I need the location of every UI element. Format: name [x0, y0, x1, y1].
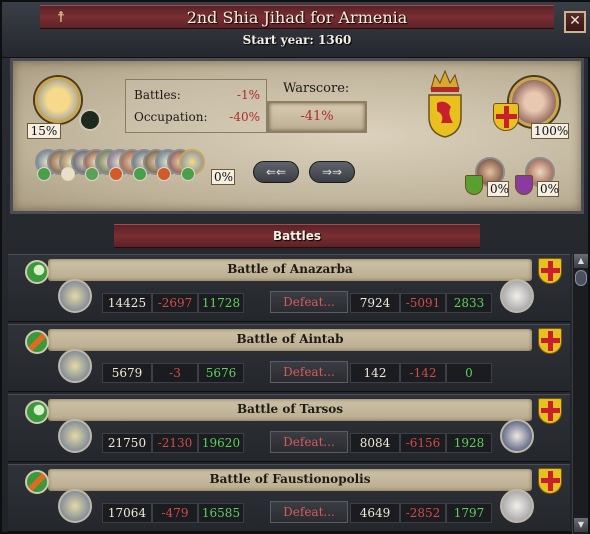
war-title: 2nd Shia Jihad for Armenia	[186, 8, 408, 27]
ally-religion-icon	[109, 167, 123, 181]
defender-commander-portrait[interactable]	[500, 279, 534, 313]
attacker-leader-portrait[interactable]	[35, 77, 81, 123]
crowned-shield-icon	[428, 69, 462, 138]
battle-row[interactable]: Battle of Aintab 5679 -3 5676 Defeat... …	[8, 324, 570, 392]
attacker-religion-icon	[79, 109, 101, 131]
attacker-commander-portrait[interactable]	[58, 419, 92, 453]
battle-list: Battle of Anazarba 14425 -2697 11728 Def…	[8, 254, 570, 534]
scroll-up-button[interactable]: ▲	[574, 254, 588, 268]
attacker-loss: -479	[152, 503, 198, 523]
attacker-end: 5676	[198, 363, 244, 383]
defender-start: 4649	[350, 503, 400, 523]
occupation-value: -40%	[229, 110, 260, 124]
battle-result-button[interactable]: Defeat...	[270, 501, 348, 523]
battles-label: Battles:	[134, 88, 181, 102]
warscore-value: -41%	[267, 101, 367, 133]
battle-row[interactable]: Battle of Tarsos 21750 -2130 19620 Defea…	[8, 394, 570, 462]
battle-list-scrollbar[interactable]: ▲ ▼	[572, 254, 588, 534]
scroll-down-button[interactable]: ▼	[574, 518, 588, 532]
defender-start: 7924	[350, 293, 400, 313]
defender-commander-portrait[interactable]	[500, 419, 534, 453]
battle-name: Battle of Aintab	[236, 332, 344, 346]
defender-flag-icon	[538, 258, 562, 284]
attacker-end: 19620	[198, 433, 244, 453]
attacker-allies-participation: 0%	[211, 169, 235, 185]
defender-start: 8084	[350, 433, 400, 453]
ally-religion-icon	[133, 167, 147, 181]
attacker-commander-portrait[interactable]	[58, 349, 92, 383]
scroll-thumb[interactable]	[575, 270, 587, 286]
attacker-end: 11728	[198, 293, 244, 313]
ally-religion-icon	[37, 167, 51, 181]
attacker-loss: -3	[152, 363, 198, 383]
attacker-start: 17064	[102, 503, 152, 523]
defender-loss: -2852	[400, 503, 446, 523]
sword-icon	[25, 330, 49, 354]
window-header: ☨ 2nd Shia Jihad for Armenia Start year:…	[2, 2, 590, 58]
defender-ally-coat-of-arms-1[interactable]	[465, 175, 483, 195]
defender-commander-portrait[interactable]	[500, 489, 534, 523]
battle-result-button[interactable]: Defeat...	[270, 361, 348, 383]
attacker-start: 14425	[102, 293, 152, 313]
battle-result-button[interactable]: Defeat...	[270, 291, 348, 313]
defender-flag-icon	[538, 468, 562, 494]
attacker-loss: -2130	[152, 433, 198, 453]
defender-loss: -142	[400, 363, 446, 383]
defender-end: 2833	[446, 293, 492, 313]
defender-participation: 100%	[531, 123, 569, 139]
defender-end: 1928	[446, 433, 492, 453]
attacker-end: 16585	[198, 503, 244, 523]
ally-religion-icon	[61, 167, 75, 181]
defender-loss: -5091	[400, 293, 446, 313]
attacker-start: 5679	[102, 363, 152, 383]
defender-end: 0	[446, 363, 492, 383]
defender-ally-1-participation: 0%	[487, 181, 509, 197]
ally-religion-icon	[157, 167, 171, 181]
attacker-commander-portrait[interactable]	[58, 489, 92, 523]
defender-ally-coat-of-arms-2[interactable]	[515, 175, 533, 195]
sword-icon	[25, 470, 49, 494]
attacker-loss: -2697	[152, 293, 198, 313]
next-button[interactable]: ⇒⇒	[309, 161, 355, 183]
close-button[interactable]: ✕	[564, 11, 586, 33]
attacker-participation: 15%	[27, 123, 61, 139]
previous-button[interactable]: ⇐⇐	[253, 161, 299, 183]
battle-name: Battle of Tarsos	[236, 402, 344, 416]
ally-religion-icon	[181, 167, 195, 181]
defender-start: 142	[350, 363, 400, 383]
battle-row[interactable]: Battle of Faustionopolis 17064 -479 1658…	[8, 464, 570, 532]
crescent-icon	[25, 400, 49, 424]
defender-coat-of-arms[interactable]	[493, 103, 519, 131]
defender-loss: -6156	[400, 433, 446, 453]
battle-row[interactable]: Battle of Anazarba 14425 -2697 11728 Def…	[8, 254, 570, 322]
warscore-label: Warscore:	[283, 81, 350, 96]
defender-flag-icon	[538, 328, 562, 354]
start-year: Start year: 1360	[242, 33, 352, 47]
battle-name: Battle of Faustionopolis	[209, 472, 371, 486]
war-summary-panel: 15% Battles: -1% Occupation: -40% Warsco…	[10, 58, 584, 214]
defender-ally-2-participation: 0%	[537, 181, 559, 197]
ally-religion-icon	[85, 167, 99, 181]
defender-flag-icon	[538, 398, 562, 424]
attacker-start: 21750	[102, 433, 152, 453]
defender-end: 1797	[446, 503, 492, 523]
battle-name: Battle of Anazarba	[227, 262, 353, 276]
battles-value: -1%	[236, 88, 260, 102]
war-stats-box: Battles: -1% Occupation: -40%	[125, 79, 267, 133]
battles-header: Battles	[114, 224, 480, 248]
attacker-allies: 0%	[35, 149, 235, 185]
occupation-label: Occupation:	[134, 110, 208, 124]
crescent-icon	[25, 260, 49, 284]
battle-result-button[interactable]: Defeat...	[270, 431, 348, 453]
attacker-commander-portrait[interactable]	[58, 279, 92, 313]
war-window: ☨ 2nd Shia Jihad for Armenia Start year:…	[0, 0, 590, 534]
